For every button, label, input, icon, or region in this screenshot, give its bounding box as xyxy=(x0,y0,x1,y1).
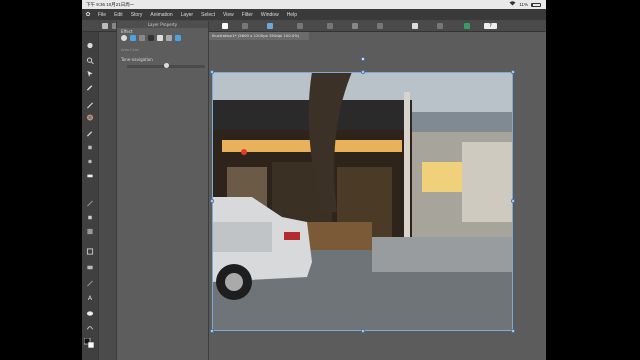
handle-bottom-right[interactable] xyxy=(511,329,515,333)
ruler-tool-icon[interactable] xyxy=(86,280,94,287)
status-date: 10月21日周一 xyxy=(106,2,135,7)
handle-bottom-left[interactable] xyxy=(210,329,214,333)
eraser-icon[interactable] xyxy=(86,172,94,179)
menu-window[interactable]: Window xyxy=(257,12,283,18)
menu-story[interactable]: Story xyxy=(127,12,147,18)
tone-slider[interactable] xyxy=(127,63,205,68)
app-window: 下午 9:36 10月21日周一 11% ✿ File Edit Story A… xyxy=(82,0,546,360)
zoom-tool-icon[interactable] xyxy=(86,57,94,64)
ruler-icon[interactable] xyxy=(327,23,333,29)
new-icon[interactable] xyxy=(102,23,108,29)
balloon-icon[interactable] xyxy=(86,310,94,317)
figure-icon[interactable] xyxy=(86,248,94,255)
svg-text:A: A xyxy=(88,295,93,301)
menu-bar: ✿ File Edit Story Animation Layer Select… xyxy=(82,9,546,20)
left-letterbox xyxy=(0,0,82,360)
help-icon[interactable]: ? xyxy=(484,23,497,29)
gradient-icon[interactable] xyxy=(86,228,94,235)
handle-top[interactable] xyxy=(361,70,365,74)
handle-left[interactable] xyxy=(210,199,214,203)
tone-slider-knob[interactable] xyxy=(163,63,169,68)
menu-select[interactable]: Select xyxy=(197,12,219,18)
color-wheel-icon[interactable] xyxy=(86,114,94,121)
wifi-icon xyxy=(509,0,516,9)
handle-top-right[interactable] xyxy=(511,70,515,74)
menu-file[interactable]: File xyxy=(94,12,110,18)
fill-icon[interactable] xyxy=(242,23,248,29)
status-time: 下午 9:36 xyxy=(86,2,106,7)
tool-palette: A xyxy=(82,32,98,360)
right-letterbox xyxy=(546,0,640,360)
pattern-icon[interactable] xyxy=(166,35,172,41)
main-color-icon[interactable] xyxy=(84,338,94,348)
rotate-handle[interactable] xyxy=(361,57,365,61)
mask-icon[interactable] xyxy=(157,35,163,41)
handle-bottom[interactable] xyxy=(361,329,365,333)
correct-line-icon[interactable] xyxy=(86,324,94,331)
app-logo-icon[interactable]: ✿ xyxy=(82,11,94,18)
battery-percent: 11% xyxy=(519,2,528,7)
brush-tool-icon[interactable] xyxy=(86,130,94,137)
tone-effect-icon[interactable] xyxy=(130,35,136,41)
border-effect-icon[interactable] xyxy=(121,35,127,41)
street-photo-graphic xyxy=(212,72,513,331)
battery-icon xyxy=(531,2,541,7)
pencil-icon[interactable] xyxy=(86,102,94,109)
pen-icon[interactable] xyxy=(437,23,443,29)
menu-filter[interactable]: Filter xyxy=(238,12,257,18)
eyedropper-icon[interactable] xyxy=(86,84,94,91)
zoom-icon[interactable] xyxy=(297,23,303,29)
brush-icon[interactable] xyxy=(412,23,418,29)
reference-icon[interactable] xyxy=(175,35,181,41)
menu-edit[interactable]: Edit xyxy=(110,12,127,18)
area-color-field: Area Color xyxy=(121,48,140,52)
canvas-icon[interactable] xyxy=(222,23,228,29)
hand-icon[interactable] xyxy=(86,42,94,49)
material-icon[interactable] xyxy=(464,23,470,29)
menu-animation[interactable]: Animation xyxy=(146,12,176,18)
grid-icon[interactable] xyxy=(377,23,383,29)
document-tab[interactable]: Illustration1* (5600 x 1200px 350dpi 100… xyxy=(209,32,309,40)
menu-view[interactable]: View xyxy=(219,12,238,18)
tone-navigation-label: Tone-navigation xyxy=(121,57,153,62)
effect-label: Effect xyxy=(121,29,133,34)
move-icon[interactable] xyxy=(86,70,94,77)
decoration-icon[interactable] xyxy=(86,158,94,165)
sub-tool-column xyxy=(98,32,116,360)
layer-property-panel: Layer Property Effect Area Color Tone-na… xyxy=(116,21,209,360)
status-bar: 下午 9:36 10月21日周一 11% xyxy=(82,0,546,9)
frame-icon[interactable] xyxy=(86,264,94,271)
menu-help[interactable]: Help xyxy=(283,12,301,18)
fill-tool-icon[interactable] xyxy=(86,214,94,221)
extract-line-icon[interactable] xyxy=(148,35,154,41)
menu-layer[interactable]: Layer xyxy=(177,12,198,18)
handle-right[interactable] xyxy=(511,199,515,203)
text-tool-icon[interactable]: A xyxy=(86,294,94,301)
airbrush-icon[interactable] xyxy=(86,144,94,151)
panel-title: Layer Property xyxy=(117,21,208,28)
layer-color-icon[interactable] xyxy=(139,35,145,41)
selection-icon[interactable] xyxy=(267,23,273,29)
handle-top-left[interactable] xyxy=(210,70,214,74)
layer-icon[interactable] xyxy=(352,23,358,29)
blend-icon[interactable] xyxy=(86,200,94,207)
canvas-image[interactable] xyxy=(212,72,513,331)
effect-buttons xyxy=(121,35,181,41)
